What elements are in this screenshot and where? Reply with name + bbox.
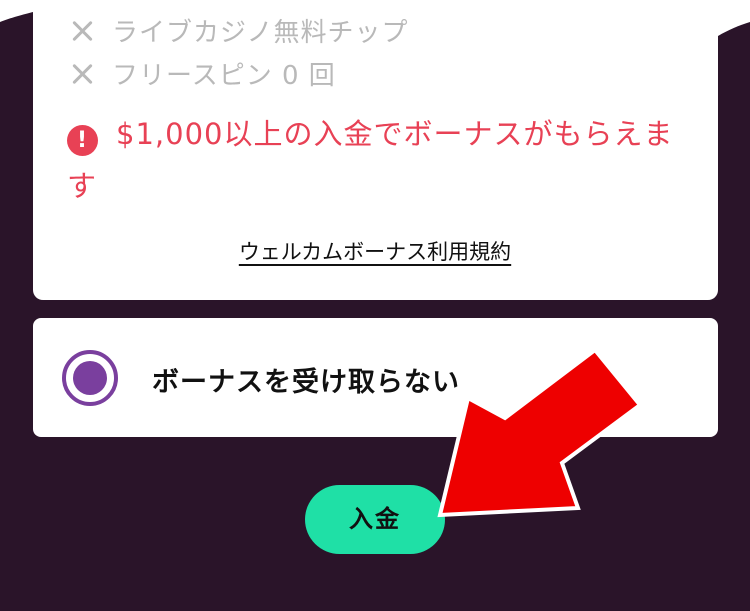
red-arrow-icon [437,347,643,518]
